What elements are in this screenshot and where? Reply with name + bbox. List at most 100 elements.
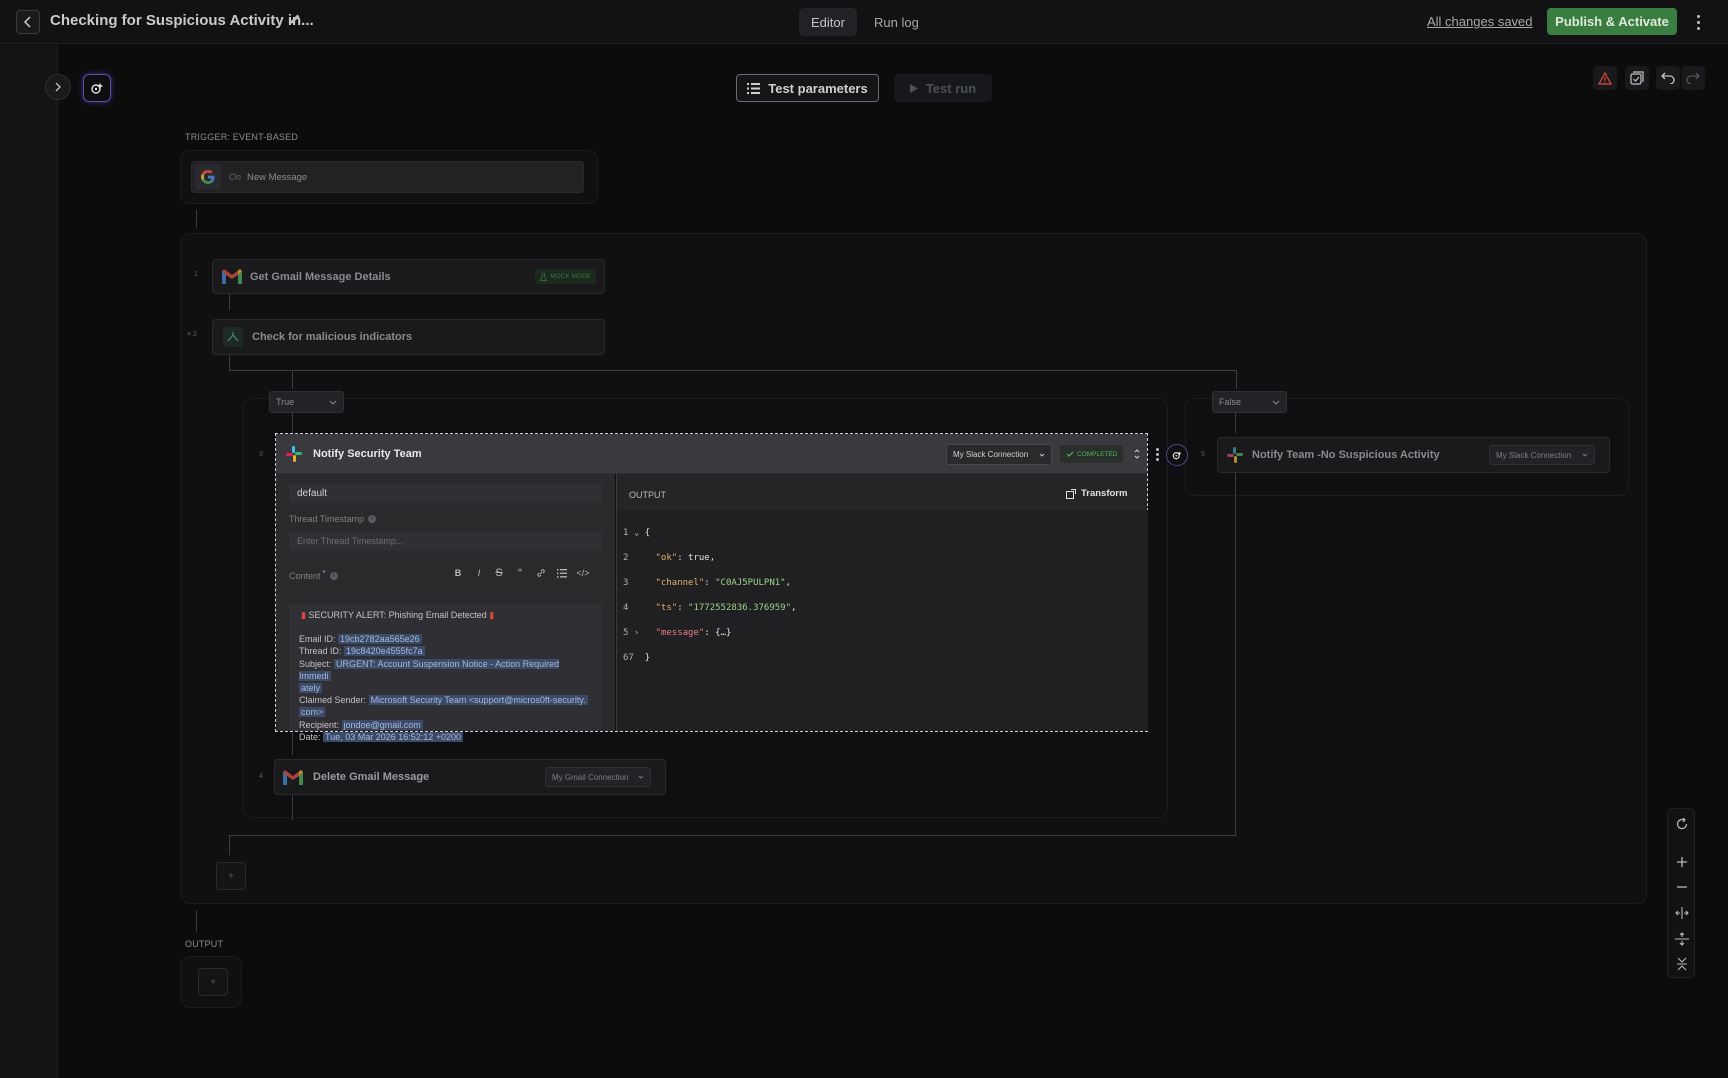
reset-view-button[interactable] [1672, 814, 1692, 834]
italic-icon[interactable]: I [469, 564, 489, 582]
false-branch-label: False [1219, 397, 1242, 407]
step-number: 4 [259, 773, 263, 780]
transform-icon [1066, 488, 1076, 499]
fit-width-icon [1675, 907, 1689, 919]
connector-line [229, 355, 230, 370]
gmail-connection-select[interactable]: My Gmail Connection [545, 767, 651, 787]
step-title: Notify Team -No Suspicious Activity [1252, 449, 1440, 461]
true-branch-label: True [276, 397, 295, 407]
channel-field[interactable]: default [289, 483, 602, 503]
chevron-down-icon [329, 400, 337, 405]
siren-icon: ▮ [489, 610, 495, 620]
subject-line-cont: ately [299, 683, 323, 694]
trigger-on-label: On [229, 172, 242, 182]
thread-timestamp-input[interactable]: Enter Thread Timestamp... [289, 531, 602, 551]
connector-line [292, 370, 293, 389]
flask-icon [540, 272, 548, 281]
back-button[interactable] [16, 10, 40, 34]
card-header: Notify Security Team My Slack Connection… [276, 434, 1147, 474]
ai-assistant-button[interactable] [83, 74, 111, 102]
json-line[interactable]: 5 › "message": {…} [623, 627, 796, 640]
list-icon [747, 82, 761, 94]
left-sidebar [0, 45, 58, 1078]
quote-icon[interactable]: “ [510, 564, 530, 582]
checkmark-icon [1066, 451, 1074, 457]
output-section-label: OUTPUT [185, 939, 224, 949]
info-icon: i [368, 515, 377, 523]
json-line: 3 "channel": "C0AJ5PULPN1", [623, 577, 792, 588]
connector-line [1236, 370, 1237, 389]
alert-headline: ▮ SECURITY ALERT: Phishing Email Detecte… [301, 610, 495, 620]
connector-line [196, 910, 197, 932]
step-get-gmail-details[interactable]: Get Gmail Message Details MOCK MODE [212, 259, 605, 294]
connector-line [229, 835, 230, 855]
zoom-controls [1667, 808, 1695, 978]
chevron-down-icon [638, 775, 644, 779]
test-parameters-button[interactable]: Test parameters [736, 74, 879, 102]
redo-button[interactable] [1681, 66, 1705, 90]
content-editor[interactable]: ▮ SECURITY ALERT: Phishing Email Detecte… [289, 603, 602, 742]
json-viewer[interactable]: 1 ⌄ { 2 "ok": true, 3 "channel": "C0AJ5P… [617, 510, 1148, 731]
fit-width-button[interactable] [1672, 903, 1692, 923]
connector-line [229, 370, 1236, 371]
false-branch-dropdown[interactable]: False [1212, 391, 1287, 413]
step-number: 5 [1201, 451, 1205, 458]
chevron-right-icon [55, 82, 61, 92]
tab-run-log[interactable]: Run log [862, 8, 931, 36]
bullet-list-icon[interactable] [552, 564, 572, 582]
fit-height-button[interactable] [1672, 929, 1692, 949]
validate-button[interactable] [1625, 66, 1649, 90]
mock-mode-label: MOCK MODE [550, 273, 591, 280]
add-step-button[interactable]: + [216, 862, 246, 890]
connector-line [292, 413, 293, 433]
expand-sidebar-button[interactable] [45, 74, 71, 100]
warnings-button[interactable] [1593, 66, 1617, 90]
collapse-all-button[interactable] [1672, 954, 1692, 974]
workflow-title[interactable]: Checking for Suspicious Activity in... [50, 12, 314, 29]
sender-line-cont: com> [299, 707, 326, 718]
undo-button[interactable] [1656, 66, 1680, 90]
connector-line [292, 795, 293, 820]
json-line: 4 "ts": "1772552836.376959", [623, 602, 797, 613]
completed-status-badge: COMPLETED [1060, 445, 1124, 463]
add-output-button[interactable]: + [198, 968, 228, 996]
collapse-icon [1677, 957, 1687, 971]
step-title: Check for malicious indicators [252, 331, 413, 343]
pencil-icon[interactable] [288, 12, 302, 26]
true-branch-dropdown[interactable]: True [269, 391, 344, 413]
json-line: 2 "ok": true, [623, 552, 716, 563]
expand-collapse-icon[interactable] [1134, 448, 1140, 460]
publish-activate-button[interactable]: Publish & Activate [1547, 8, 1677, 35]
saved-status-link[interactable]: All changes saved [1427, 14, 1533, 29]
code-icon[interactable]: </> [573, 564, 593, 582]
zoom-in-button[interactable] [1672, 852, 1692, 872]
trigger-node[interactable]: On New Message [191, 161, 584, 193]
step-notify-security-team[interactable]: Notify Security Team My Slack Connection… [275, 433, 1148, 742]
bold-icon[interactable]: B [448, 564, 468, 582]
step-menu-icon[interactable] [1151, 445, 1163, 463]
transform-button[interactable]: Transform [1066, 488, 1127, 499]
more-menu-icon[interactable] [1690, 10, 1706, 34]
output-label: OUTPUT [629, 490, 666, 500]
step-notify-no-suspicious[interactable]: Notify Team -No Suspicious Activity My S… [1217, 437, 1610, 473]
slack-connection-select[interactable]: My Slack Connection [946, 444, 1052, 465]
undo-icon [1661, 72, 1675, 84]
check-copy-icon [1630, 71, 1644, 85]
ai-step-button[interactable] [1166, 444, 1188, 466]
strikethrough-icon[interactable]: S [489, 564, 509, 582]
link-icon[interactable] [531, 564, 551, 582]
output-panel: OUTPUT Transform 1 ⌄ { 2 "ok": true, 3 "… [616, 474, 1148, 731]
chevron-down-icon [1582, 453, 1588, 457]
siren-icon: ▮ [301, 610, 306, 620]
chevron-down-icon [1272, 400, 1280, 405]
step-delete-gmail-message[interactable]: Delete Gmail Message My Gmail Connection [274, 759, 666, 795]
format-toolbar: B I S “ </> [448, 564, 602, 582]
step-check-malicious[interactable]: Check for malicious indicators [212, 319, 605, 355]
connector-line [1235, 473, 1236, 835]
mock-mode-badge: MOCK MODE [535, 269, 596, 284]
slack-connection-select[interactable]: My Slack Connection [1489, 445, 1595, 465]
zoom-out-button[interactable] [1672, 877, 1692, 897]
test-run-button[interactable]: Test run [894, 74, 992, 102]
tab-editor[interactable]: Editor [799, 8, 857, 36]
date-line: Date: Tue, 03 Mar 2026 16:52:12 +0200 [299, 731, 464, 742]
